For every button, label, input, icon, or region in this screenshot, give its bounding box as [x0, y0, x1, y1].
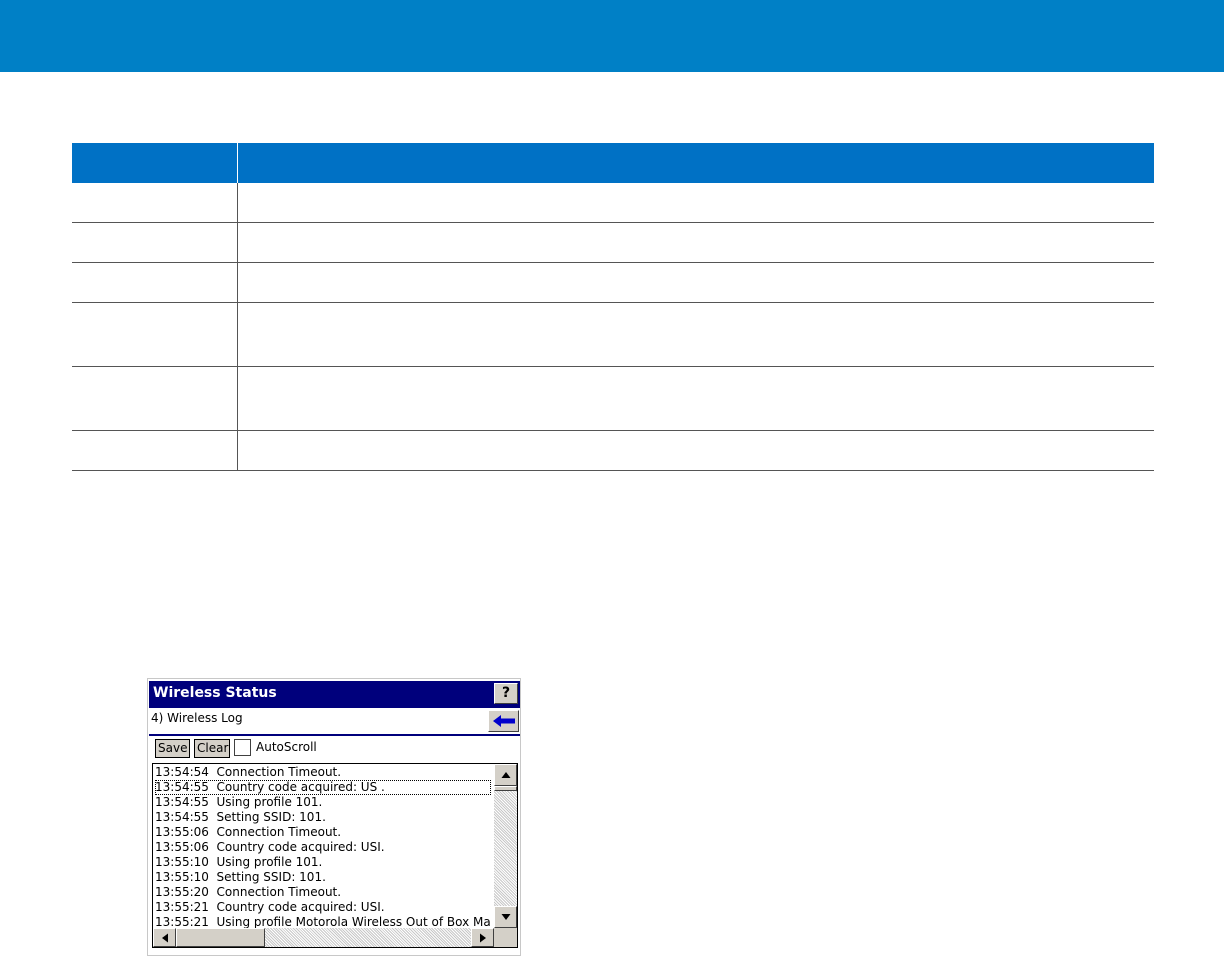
table-row [72, 222, 1154, 263]
triangle-down-icon [501, 914, 510, 920]
vertical-scroll-thumb[interactable] [494, 786, 517, 791]
log-entry[interactable]: 13:55:06 Country code acquired: USI. [155, 840, 491, 855]
table-cell [72, 183, 238, 223]
table-cell [237, 222, 1154, 263]
table-cell [237, 366, 1154, 431]
table-cell [72, 222, 238, 263]
log-list[interactable]: 13:54:54 Connection Timeout. 13:54:55 Cou… [152, 763, 518, 948]
window-title: Wireless Status [153, 685, 277, 701]
horizontal-scroll-thumb[interactable] [176, 928, 265, 947]
table-header-cell [72, 143, 238, 183]
vertical-scrollbar[interactable] [494, 764, 517, 928]
table-cell [237, 262, 1154, 303]
header-divider [149, 734, 520, 736]
scroll-left-button[interactable] [153, 928, 176, 947]
table-row [72, 302, 1154, 367]
table-cell [237, 183, 1154, 223]
table-row [72, 183, 1154, 223]
log-entry[interactable]: 13:54:54 Connection Timeout. [155, 765, 491, 780]
scroll-down-button[interactable] [494, 906, 517, 928]
title-bar: Wireless Status ? [149, 681, 520, 708]
log-entry[interactable]: 13:55:20 Connection Timeout. [155, 885, 491, 900]
log-lines: 13:54:54 Connection Timeout. 13:54:55 Cou… [155, 765, 491, 930]
scroll-right-button[interactable] [471, 928, 494, 947]
autoscroll-checkbox[interactable] [234, 739, 251, 756]
document-table [72, 143, 1154, 471]
table-cell [72, 366, 238, 431]
log-entry[interactable]: 13:55:10 Using profile 101. [155, 855, 491, 870]
triangle-up-icon [501, 772, 510, 778]
table-cell [72, 430, 238, 471]
log-entry[interactable]: 13:55:10 Setting SSID: 101. [155, 870, 491, 885]
table-row [72, 262, 1154, 303]
log-entry[interactable]: 13:55:21 Country code acquired: USI. [155, 900, 491, 915]
autoscroll-label: AutoScroll [256, 740, 317, 754]
table-cell [72, 302, 238, 367]
log-entry[interactable]: 13:55:06 Connection Timeout. [155, 825, 491, 840]
save-button[interactable]: Save [155, 739, 190, 758]
table-header-cell [237, 143, 1154, 183]
clear-button[interactable]: Clear [194, 739, 230, 758]
log-entry[interactable]: 13:54:55 Setting SSID: 101. [155, 810, 491, 825]
table-cell [237, 430, 1154, 471]
back-button[interactable] [488, 710, 519, 732]
page-header-band [0, 0, 1224, 72]
horizontal-scrollbar[interactable] [153, 928, 494, 947]
triangle-right-icon [479, 933, 486, 942]
scroll-up-button[interactable] [494, 764, 517, 786]
back-arrow-icon [493, 715, 515, 727]
wireless-status-window: Wireless Status ? 4) Wireless Log Save C… [147, 678, 521, 956]
table-cell [72, 262, 238, 303]
help-button[interactable]: ? [494, 683, 518, 704]
table-header-row [72, 143, 1154, 183]
table-row [72, 366, 1154, 431]
scrollbar-corner [494, 928, 517, 947]
log-entry[interactable]: 13:54:55 Country code acquired: US . [155, 780, 491, 795]
log-entry[interactable]: 13:54:55 Using profile 101. [155, 795, 491, 810]
triangle-left-icon [161, 933, 168, 942]
table-cell [237, 302, 1154, 367]
page-subheader: 4) Wireless Log [151, 711, 243, 725]
table-row [72, 430, 1154, 471]
